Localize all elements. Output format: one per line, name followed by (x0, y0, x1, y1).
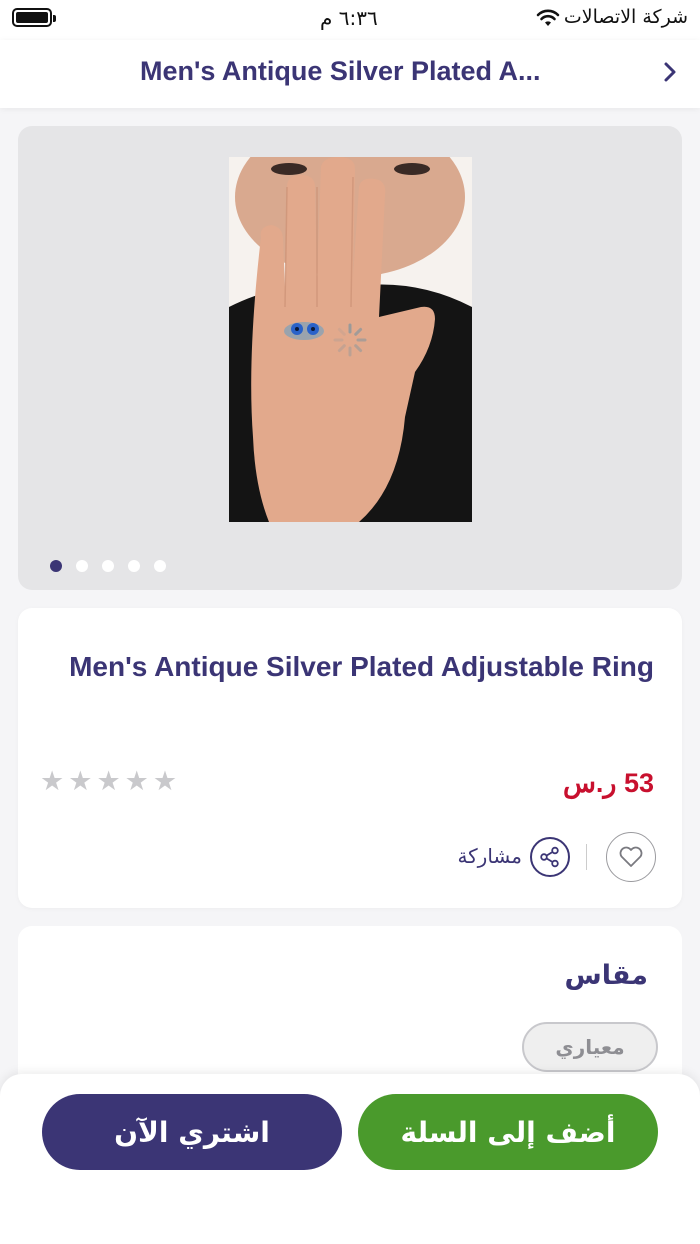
product-name: Men's Antique Silver Plated Adjustable R… (69, 651, 654, 682)
rating-stars: ★ ★ ★ ★ ★ (40, 768, 177, 795)
battery-icon (12, 8, 56, 27)
buy-now-button[interactable]: اشتري الآن (42, 1094, 342, 1170)
star-icon: ★ (124, 766, 149, 797)
gallery-pagination (50, 560, 166, 572)
share-icon (540, 846, 559, 868)
star-icon: ★ (96, 766, 121, 797)
star-icon: ★ (152, 766, 178, 797)
pagination-dot[interactable] (154, 560, 166, 572)
star-icon: ★ (68, 766, 93, 797)
product-image-gallery[interactable] (18, 126, 682, 590)
bottom-action-bar: اشتري الآن أضف إلى السلة (0, 1074, 700, 1244)
page-title: Men's Antique Silver Plated A... (140, 56, 541, 86)
add-to-cart-button[interactable]: أضف إلى السلة (358, 1094, 658, 1170)
star-icon: ★ (40, 766, 65, 797)
favorite-button[interactable] (606, 832, 656, 882)
status-time: ٦:٣٦ م (320, 6, 378, 30)
pagination-dot[interactable] (102, 560, 114, 572)
share-button[interactable] (530, 837, 570, 877)
pagination-dot[interactable] (128, 560, 140, 572)
status-bar: ٦:٣٦ م شركة الاتصالات (0, 0, 700, 40)
pagination-dot[interactable] (76, 560, 88, 572)
loading-spinner-icon (333, 323, 367, 357)
pagination-dot[interactable] (50, 560, 62, 572)
size-title: مقاس (564, 960, 648, 991)
size-option-chip[interactable]: معياري (522, 1022, 658, 1072)
product-price: 53 ر.س (562, 768, 654, 798)
product-info-card: Men's Antique Silver Plated Adjustable R… (18, 608, 682, 908)
product-header: Men's Antique Silver Plated A... (0, 40, 700, 108)
divider (586, 844, 587, 870)
carrier-name: شركة الاتصالات (563, 6, 688, 28)
chevron-right-icon[interactable] (658, 60, 682, 84)
wifi-icon (536, 9, 560, 26)
heart-icon (619, 846, 643, 867)
share-label[interactable]: مشاركة (457, 844, 522, 868)
